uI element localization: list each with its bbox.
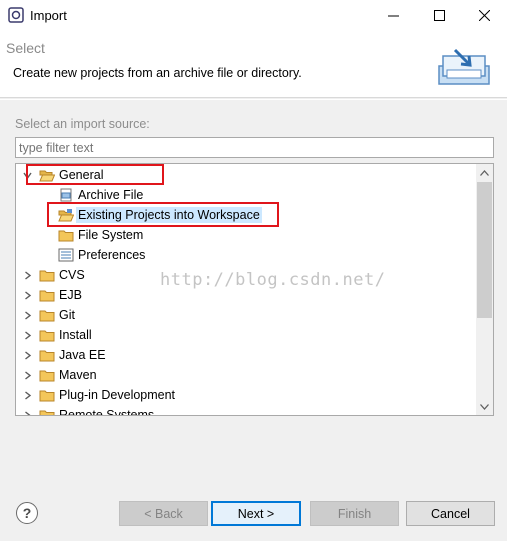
- filter-input[interactable]: [15, 137, 494, 158]
- tree-item-label: Java EE: [59, 348, 106, 362]
- tree-item-label: File System: [78, 228, 144, 242]
- tree-item-label: Archive File: [78, 188, 144, 202]
- tree-item[interactable]: Remote Systems: [22, 405, 155, 416]
- import-source-label: Select an import source:: [15, 117, 150, 131]
- tree-item[interactable]: Existing Projects into Workspace: [42, 205, 262, 225]
- folder-icon: [39, 288, 55, 302]
- expand-arrow-right-icon[interactable]: [22, 390, 32, 400]
- expand-arrow-right-icon[interactable]: [22, 310, 32, 320]
- expand-arrow-right-icon[interactable]: [22, 410, 32, 415]
- next-button[interactable]: Next >: [211, 501, 301, 526]
- archive-file-icon: [58, 188, 74, 202]
- folder-icon: [39, 348, 55, 362]
- tree-item-label: Remote Systems: [59, 408, 155, 416]
- scroll-down-button[interactable]: [476, 398, 493, 415]
- window-title: Import: [30, 8, 67, 23]
- chevron-up-icon: [480, 169, 489, 176]
- preferences-icon: [58, 248, 74, 262]
- tree-item-label: CVS: [59, 268, 85, 282]
- tree-item[interactable]: Preferences: [42, 245, 145, 265]
- tree-item[interactable]: Install: [22, 325, 92, 345]
- eclipse-app-icon: [8, 7, 24, 23]
- folder-icon: [39, 368, 55, 382]
- project-folder-icon: [58, 208, 74, 222]
- expand-arrow-right-icon[interactable]: [22, 370, 32, 380]
- expand-arrow-right-icon[interactable]: [22, 330, 32, 340]
- close-button[interactable]: [461, 0, 507, 30]
- expand-arrow-down-icon[interactable]: [22, 170, 32, 180]
- minimize-button[interactable]: [370, 0, 416, 30]
- tree-item[interactable]: File System: [42, 225, 143, 245]
- page-description: Create new projects from an archive file…: [13, 66, 302, 80]
- tree-scrollbar[interactable]: [476, 164, 493, 415]
- back-button[interactable]: < Back: [119, 501, 208, 526]
- title-bar: Import: [0, 0, 507, 30]
- cancel-button[interactable]: Cancel: [406, 501, 495, 526]
- folder-icon: [39, 408, 55, 415]
- tree-item[interactable]: Maven: [22, 365, 97, 385]
- maximize-button[interactable]: [416, 0, 462, 30]
- tree-item[interactable]: Plug-in Development: [22, 385, 175, 405]
- import-wizard-icon: [438, 48, 490, 85]
- tree-item[interactable]: EJB: [22, 285, 82, 305]
- scrollbar-thumb[interactable]: [477, 182, 492, 318]
- tree-item-label: Install: [59, 328, 92, 342]
- wizard-header: Select Create new projects from an archi…: [0, 30, 507, 98]
- folder-icon: [39, 328, 55, 342]
- finish-button[interactable]: Finish: [310, 501, 399, 526]
- expand-arrow-right-icon[interactable]: [22, 350, 32, 360]
- page-title: Select: [6, 40, 45, 56]
- watermark-text: http://blog.csdn.net/: [160, 270, 386, 290]
- folder-open-icon: [39, 168, 55, 182]
- tree-item[interactable]: Git: [22, 305, 75, 325]
- tree-item-label: Plug-in Development: [59, 388, 176, 402]
- tree-item-label: Preferences: [78, 248, 146, 262]
- header-divider: [0, 99, 507, 100]
- scroll-up-button[interactable]: [476, 164, 493, 181]
- help-icon: ?: [22, 505, 32, 521]
- chevron-down-icon: [480, 403, 489, 410]
- tree-item[interactable]: General: [22, 165, 103, 185]
- tree-item[interactable]: Archive File: [42, 185, 143, 205]
- help-button[interactable]: ?: [16, 502, 38, 524]
- tree-item-label: Git: [59, 308, 75, 322]
- expand-arrow-right-icon[interactable]: [22, 270, 32, 280]
- folder-icon: [58, 228, 74, 242]
- tree-item-label: General: [59, 168, 104, 182]
- close-icon: [478, 9, 490, 21]
- folder-icon: [39, 388, 55, 402]
- tree-item-label: EJB: [59, 288, 82, 302]
- wizard-footer: ? < Back Next > Finish Cancel: [0, 482, 507, 541]
- tree-item-label: Existing Projects into Workspace: [76, 207, 262, 223]
- tree-item[interactable]: Java EE: [22, 345, 106, 365]
- minimize-icon: [387, 15, 399, 16]
- folder-icon: [39, 308, 55, 322]
- folder-icon: [39, 268, 55, 282]
- maximize-icon: [433, 9, 445, 21]
- tree-item-label: Maven: [59, 368, 97, 382]
- tree-item[interactable]: CVS: [22, 265, 85, 285]
- expand-arrow-right-icon[interactable]: [22, 290, 32, 300]
